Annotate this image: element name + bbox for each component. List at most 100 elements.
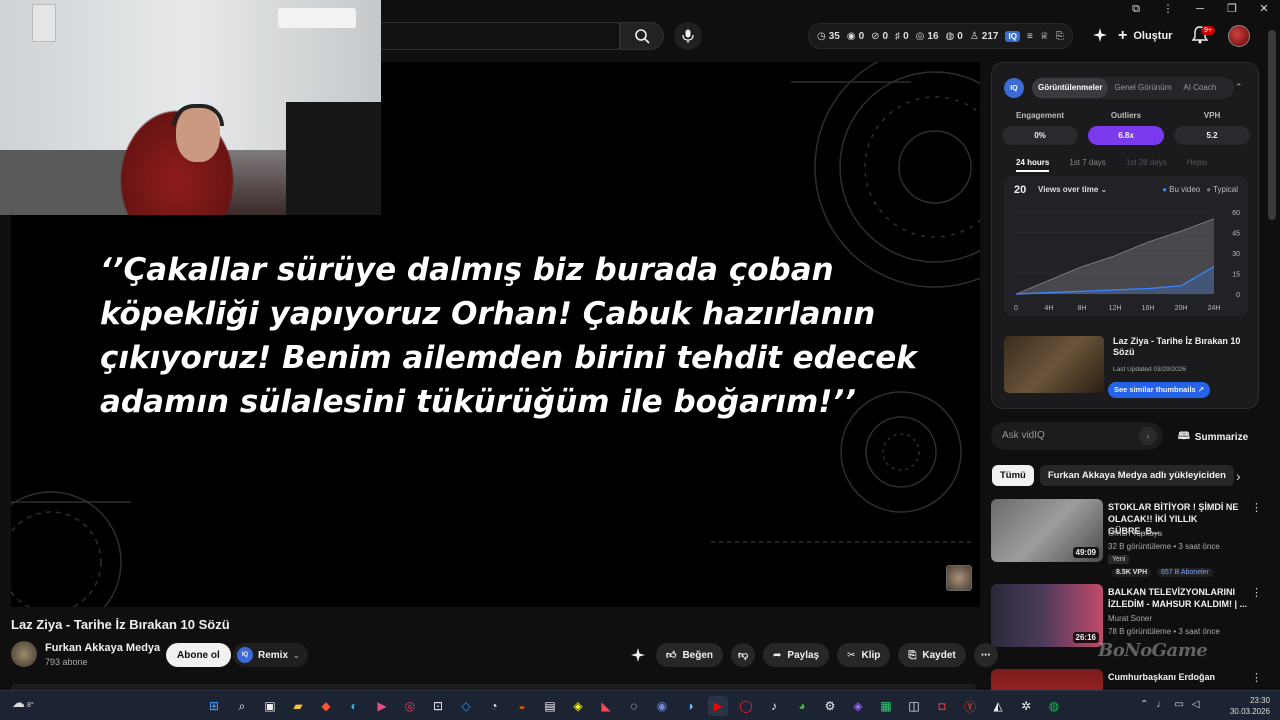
see-similar-thumbnails-button[interactable]: See similar thumbnails ↗ xyxy=(1108,382,1211,398)
more-vertical-icon[interactable]: ⋮ xyxy=(1251,501,1262,514)
search-icon[interactable]: ⌕ xyxy=(232,696,252,716)
y-tick-label: 30 xyxy=(1232,251,1240,258)
notes-icon[interactable]: ▦ xyxy=(876,696,896,716)
range-7d[interactable]: 1st 7 days xyxy=(1069,158,1105,172)
channel-name[interactable]: Furkan Akkaya Medya xyxy=(45,642,160,654)
chip-from-uploader[interactable]: Furkan Akkaya Medya adlı yükleyiciden xyxy=(1039,465,1234,486)
trophy-icon[interactable]: ♕ xyxy=(1040,31,1049,42)
circle-icon: ◍ xyxy=(945,30,955,42)
task-view-icon[interactable]: ▣ xyxy=(260,696,280,716)
extensions-icon[interactable]: ⧉ xyxy=(1120,0,1152,18)
sparkle-icon[interactable] xyxy=(1092,27,1108,48)
like-button[interactable]: 👍︎ Beğen xyxy=(656,643,724,667)
minimize-icon[interactable]: ─ xyxy=(1184,0,1216,18)
save-button[interactable]: ⎘ Kaydet xyxy=(898,643,966,667)
ask-ai-icon[interactable] xyxy=(628,643,648,667)
thumb-down-icon: 👎︎ xyxy=(737,650,749,661)
rec-thumbnail[interactable]: 26:16 xyxy=(991,584,1103,647)
search-input[interactable] xyxy=(380,22,620,50)
tab-ai-coach[interactable]: AI Coach xyxy=(1177,78,1222,98)
check-circle-icon: ◎ xyxy=(915,30,925,42)
gear-app-icon[interactable]: ✲ xyxy=(1016,696,1036,716)
chrome-icon[interactable]: ◕ xyxy=(792,696,812,716)
dislike-button[interactable]: 👎︎ xyxy=(731,643,756,667)
app-icon[interactable]: ◫ xyxy=(904,696,924,716)
vidiq-stats-bar[interactable]: ◷ 35 ◉ 0 ⊘ 0 ♯ 0 ◎ 16 ◍ 0 ♙ 217 IQ ≡ ♕ ⎘ xyxy=(808,23,1073,49)
channel-watermark[interactable] xyxy=(946,565,972,591)
channel-avatar[interactable] xyxy=(11,641,37,667)
range-all[interactable]: Hepsi xyxy=(1187,158,1207,172)
subscribe-button[interactable]: Abone ol xyxy=(166,643,231,667)
steam-icon[interactable]: ◑ xyxy=(680,696,700,716)
edge-icon[interactable]: ◐ xyxy=(344,696,364,716)
account-avatar[interactable] xyxy=(1228,25,1250,47)
y-tick-label: 60 xyxy=(1232,210,1240,217)
list-item[interactable]: 49:09 STOKLAR BİTİYOR ! ŞİMDİ NE OLACAK!… xyxy=(991,499,1262,579)
vidiq-badge[interactable]: IQ xyxy=(1005,30,1020,42)
video-quote-text: ‘’Çakallar sürüye dalmış biz burada çoba… xyxy=(100,252,917,420)
system-clock[interactable]: 23:30 30.03.2026 xyxy=(1226,695,1270,717)
snapchat-icon[interactable]: ◈ xyxy=(568,696,588,716)
range-24h[interactable]: 24 hours xyxy=(1016,158,1050,172)
chip-all[interactable]: Tümü xyxy=(992,465,1034,486)
media-player-icon[interactable]: ▶ xyxy=(372,696,392,716)
chevron-right-icon[interactable]: › xyxy=(1139,427,1157,445)
external-icon[interactable]: ⎘ xyxy=(1056,31,1064,42)
close-icon[interactable]: ✕ xyxy=(1248,0,1280,18)
range-28d[interactable]: 1st 28 days xyxy=(1126,158,1167,172)
chevron-right-icon[interactable]: › xyxy=(1236,468,1241,484)
settings-icon[interactable]: ⚙ xyxy=(820,696,840,716)
twitter-icon[interactable]: ◇ xyxy=(456,696,476,716)
display-icon[interactable]: ▭ xyxy=(1174,699,1183,710)
list-item[interactable]: Cumhurbaşkanı Erdoğan ⋮ xyxy=(991,669,1261,690)
y-tick-label: 0 xyxy=(1236,292,1240,299)
create-button[interactable]: + Oluştur xyxy=(1118,24,1172,48)
volume-icon[interactable]: ◁ xyxy=(1192,699,1200,710)
video-thumbnail[interactable] xyxy=(1004,336,1104,393)
more-vertical-icon[interactable]: ⋮ xyxy=(1251,586,1262,599)
copilot-icon[interactable]: ◈ xyxy=(848,696,868,716)
search-button[interactable] xyxy=(620,22,664,50)
voice-search-button[interactable] xyxy=(674,22,702,50)
discord-icon[interactable]: ◉ xyxy=(652,696,672,716)
instagram-icon[interactable]: ◎ xyxy=(400,696,420,716)
game-icon[interactable]: ◌ xyxy=(624,696,644,716)
more-vertical-icon[interactable]: ⋮ xyxy=(1251,671,1261,684)
page-scrollbar[interactable] xyxy=(1268,30,1276,220)
rec-thumbnail[interactable]: 49:09 xyxy=(991,499,1103,562)
chevron-up-icon[interactable]: ⌃ xyxy=(1140,699,1148,710)
share-button[interactable]: ➦ Paylaş xyxy=(763,643,830,667)
yandex-icon[interactable]: Ⓨ xyxy=(960,696,980,716)
spotify-icon[interactable]: ◍ xyxy=(1044,696,1064,716)
youtube-icon[interactable]: ▶ xyxy=(708,696,728,716)
list-icon[interactable]: ≡ xyxy=(1027,31,1033,42)
weather-widget[interactable]: ☁ 8° xyxy=(12,695,34,711)
duration: 26:16 xyxy=(1072,632,1099,643)
stat-subscribers: ♙ 217 xyxy=(970,31,999,42)
shield-icon[interactable]: ◘ xyxy=(932,696,952,716)
valorant-icon[interactable]: ◣ xyxy=(596,696,616,716)
chevron-up-icon[interactable]: ⌃ xyxy=(1235,82,1243,93)
remix-button[interactable]: IQ Remix ⌄ xyxy=(233,643,308,667)
windows-start-icon[interactable]: ⊞ xyxy=(204,696,224,716)
restore-icon[interactable]: ❐ xyxy=(1216,0,1248,18)
vidiq-tabs: Görüntülenmeler Genel Görünüm AI Coach xyxy=(1032,77,1234,99)
last-updated: Last Updated 03/29/2026 xyxy=(1113,366,1187,373)
folder-icon[interactable]: ▰ xyxy=(288,696,308,716)
ask-vidiq-input[interactable]: Ask vidIQ › xyxy=(991,422,1163,450)
summarize-button[interactable]: 🕮 Summarize xyxy=(1178,429,1248,446)
store-icon[interactable]: ⊡ xyxy=(428,696,448,716)
opera-icon[interactable]: ◯ xyxy=(736,696,756,716)
tiktok-icon[interactable]: ♪ xyxy=(764,696,784,716)
epic-games-icon[interactable]: ▤ xyxy=(540,696,560,716)
tab-overview[interactable]: Genel Görünüm xyxy=(1108,78,1177,98)
microphone-icon[interactable]: ♩ xyxy=(1156,699,1166,710)
capcut-icon[interactable]: ◭ xyxy=(988,696,1008,716)
brave-icon[interactable]: ◆ xyxy=(316,696,336,716)
rec-thumbnail[interactable] xyxy=(991,669,1103,690)
soundcloud-icon[interactable]: ◒ xyxy=(512,696,532,716)
speedometer-icon[interactable]: ◔ xyxy=(484,696,504,716)
menu-dots-icon[interactable]: ⋮ xyxy=(1152,0,1184,18)
clip-button[interactable]: ✂ Klip xyxy=(837,643,891,667)
tab-views[interactable]: Görüntülenmeler xyxy=(1032,78,1109,98)
